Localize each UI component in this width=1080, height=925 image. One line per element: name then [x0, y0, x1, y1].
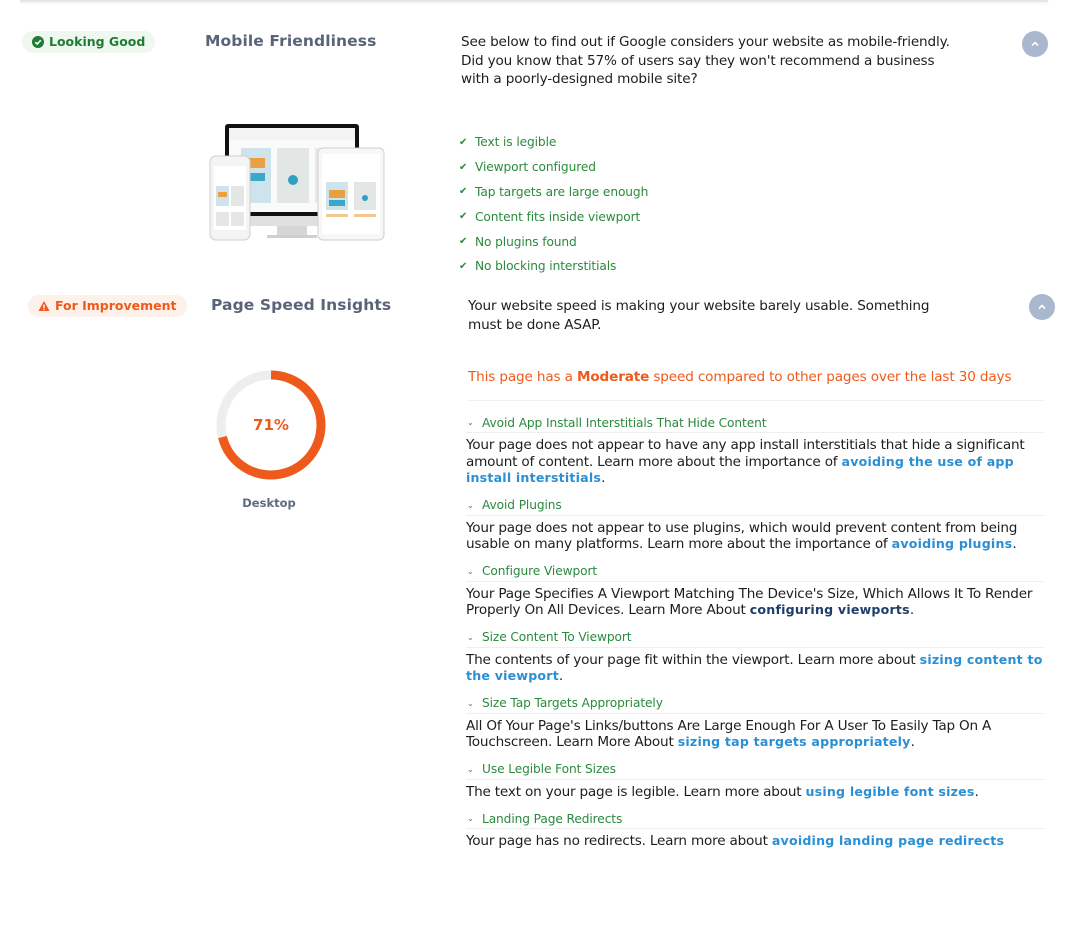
- device-label: Desktop: [242, 496, 296, 510]
- check-icon: ✔: [459, 236, 468, 248]
- top-divider: [20, 0, 1048, 2]
- section-title-mobile-friendliness: Mobile Friendliness: [205, 32, 377, 50]
- status-badge-for-improvement: For Improvement: [28, 295, 187, 317]
- status-badge-looking-good: Looking Good: [22, 31, 156, 53]
- chevron-down-icon: ⌄: [467, 698, 474, 708]
- mobile-check-item: ✔ Content fits inside viewport: [459, 209, 641, 224]
- speed-check-header[interactable]: ⌄ Use Legible Font Sizes: [466, 760, 1044, 780]
- mobile-check-item: ✔ Tap targets are large enough: [459, 184, 649, 199]
- speed-check-header[interactable]: ⌄ Landing Page Redirects: [466, 809, 1044, 829]
- check-icon: ✔: [459, 161, 468, 173]
- speed-check-item: ⌄ Landing Page Redirects Your page has no…: [466, 809, 1044, 850]
- chevron-up-icon: [1031, 41, 1039, 47]
- section-title-page-speed: Page Speed Insights: [211, 296, 392, 314]
- mobile-check-item: ✔ Viewport configured: [459, 160, 596, 175]
- mobile-check-item: ✔ No plugins found: [459, 234, 577, 249]
- collapse-mobile-button[interactable]: [1022, 31, 1048, 57]
- warning-triangle-icon: [38, 300, 50, 311]
- divider: [468, 400, 1044, 401]
- learn-more-link[interactable]: using legible font sizes: [806, 784, 975, 799]
- speed-check-item: ⌄ Use Legible Font Sizes The text on your…: [466, 760, 1044, 801]
- speed-check-text: Your page has no redirects. Learn more a…: [466, 833, 1005, 849]
- devices-preview-image: [209, 124, 385, 241]
- speed-checks-list: ⌄ Avoid App Install Interstitials That Hi…: [466, 413, 1044, 859]
- speed-check-text: Your Page Specifies A Viewport Matching …: [466, 585, 1033, 619]
- chevron-up-icon: [1038, 304, 1046, 310]
- collapse-speed-button[interactable]: [1029, 294, 1055, 320]
- speed-rating-line: This page has a Moderate speed compared …: [468, 369, 1012, 385]
- speed-check-item: ⌄ Size Content To Viewport The contents o…: [466, 628, 1044, 685]
- speed-check-text: Your page does not appear to use plugins…: [466, 519, 1018, 553]
- check-icon: ✔: [459, 211, 468, 223]
- speed-check-header[interactable]: ⌄ Avoid Plugins: [466, 496, 1044, 516]
- chevron-down-icon: ⌄: [467, 566, 474, 576]
- speed-check-header[interactable]: ⌄ Size Content To Viewport: [466, 628, 1044, 648]
- speed-check-item: ⌄ Avoid App Install Interstitials That Hi…: [466, 413, 1044, 487]
- mobile-description: See below to find out if Google consider…: [461, 34, 950, 87]
- speed-check-item: ⌄ Avoid Plugins Your page does not appear…: [466, 496, 1044, 553]
- speed-rating: Moderate: [576, 369, 650, 385]
- badge-label: For Improvement: [55, 298, 177, 313]
- speed-check-header[interactable]: ⌄ Configure Viewport: [466, 562, 1044, 582]
- speed-check-header[interactable]: ⌄ Avoid App Install Interstitials That Hi…: [466, 413, 1044, 433]
- learn-more-link[interactable]: avoiding plugins: [892, 536, 1013, 551]
- chevron-down-icon: ⌄: [467, 764, 474, 774]
- speed-check-item: ⌄ Size Tap Targets Appropriately All Of Y…: [466, 694, 1044, 751]
- check-circle-icon: [32, 35, 44, 48]
- gauge-score-text: 71%: [253, 416, 289, 434]
- mobile-checks-list: ✔ Text is legible ✔ Viewport configured ✔ T…: [459, 130, 648, 279]
- chevron-down-icon: ⌄: [467, 814, 474, 823]
- chevron-down-icon: ⌄: [467, 418, 474, 427]
- mobile-check-item: ✔ No blocking interstitials: [459, 259, 617, 274]
- speed-check-text: The contents of your page fit within the…: [466, 651, 1043, 685]
- learn-more-link[interactable]: sizing tap targets appropriately: [678, 734, 911, 749]
- chevron-down-icon: ⌄: [467, 500, 474, 510]
- learn-more-link[interactable]: configuring viewports: [750, 602, 910, 617]
- badge-label: Looking Good: [49, 34, 146, 49]
- chevron-down-icon: ⌄: [467, 632, 474, 642]
- speed-check-text: The text on your page is legible. Learn …: [466, 783, 979, 800]
- check-icon: ✔: [459, 260, 468, 272]
- speed-score-gauge: 71%: [216, 370, 326, 480]
- speed-check-header[interactable]: ⌄ Size Tap Targets Appropriately: [466, 694, 1044, 714]
- check-icon: ✔: [459, 186, 468, 198]
- speed-check-item: ⌄ Configure Viewport Your Page Specifies …: [466, 562, 1044, 619]
- check-icon: ✔: [459, 136, 468, 148]
- speed-description: Your website speed is making your websit…: [468, 298, 930, 333]
- learn-more-link[interactable]: avoiding landing page redirects: [772, 833, 1004, 848]
- speed-check-text: Your page does not appear to have any ap…: [466, 437, 1025, 486]
- mobile-check-item: ✔ Text is legible: [459, 135, 557, 150]
- speed-check-text: All Of Your Page's Links/buttons Are Lar…: [466, 717, 992, 751]
